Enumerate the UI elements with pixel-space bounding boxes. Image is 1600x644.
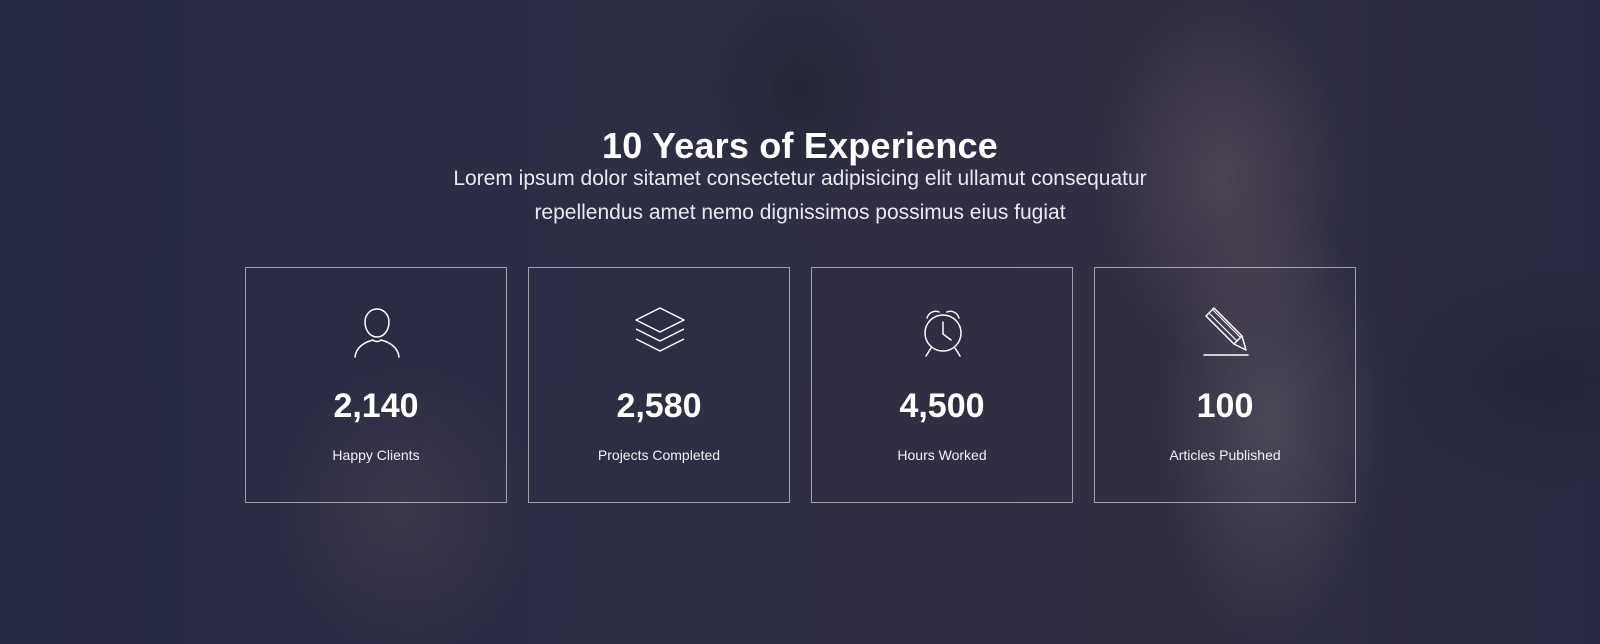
stat-label: Happy Clients	[332, 447, 420, 463]
user-icon	[347, 304, 407, 360]
stat-card-projects-completed: 2,580 Projects Completed	[528, 267, 790, 503]
pencil-icon	[1196, 304, 1256, 360]
stat-label: Projects Completed	[597, 447, 721, 463]
layers-icon	[630, 304, 690, 360]
stat-value: 2,140	[333, 387, 419, 425]
experience-content: 10 Years of Experience Lorem ipsum dolor…	[0, 0, 1600, 644]
stat-value: 100	[1196, 387, 1254, 425]
alarm-clock-icon	[913, 304, 973, 360]
stat-value: 4,500	[899, 387, 985, 425]
subtitle-line-2: repellendus amet nemo dignissimos possim…	[534, 201, 1066, 224]
stats-grid: 2,140 Happy Clients 2,580 Projects Compl…	[245, 267, 1356, 505]
stat-label: Hours Worked	[897, 447, 987, 463]
stat-label: Articles Published	[1169, 447, 1281, 463]
stat-value: 2,580	[616, 387, 702, 425]
hero-section: 10 Years of Experience Lorem ipsum dolor…	[0, 0, 1600, 644]
stat-card-hours-worked: 4,500 Hours Worked	[811, 267, 1073, 503]
subtitle-line-1: Lorem ipsum dolor sitamet consectetur ad…	[453, 167, 1147, 190]
section-subtitle: Lorem ipsum dolor sitamet consectetur ad…	[400, 162, 1200, 230]
stat-card-happy-clients: 2,140 Happy Clients	[245, 267, 507, 503]
stat-card-articles-published: 100 Articles Published	[1094, 267, 1356, 503]
